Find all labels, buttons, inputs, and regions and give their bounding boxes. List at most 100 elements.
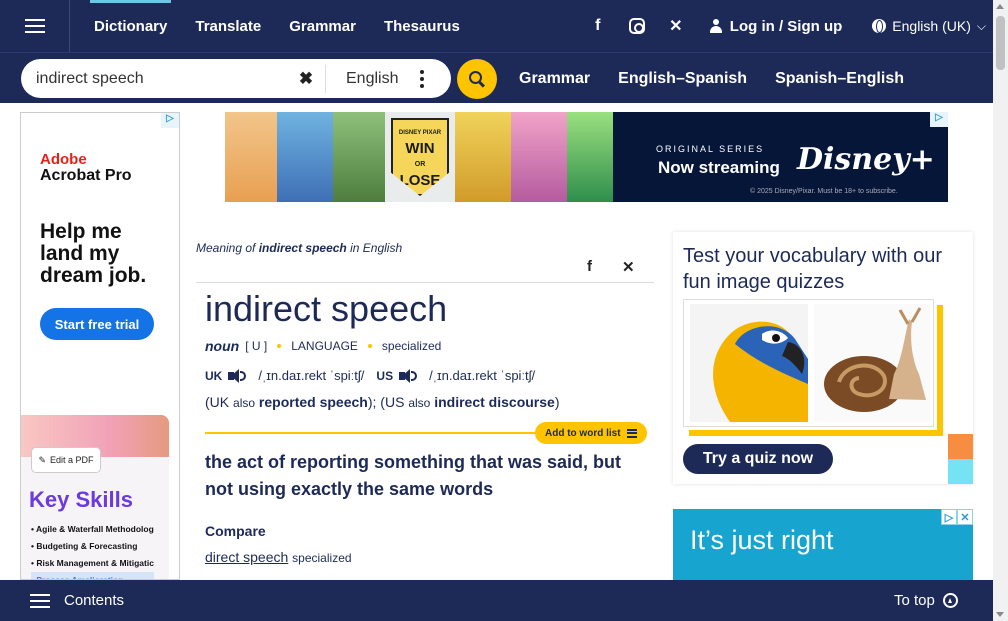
banner-ad[interactable]: DISNEY PIXAR WIN OR LOSE ORIGINAL SERIES… — [225, 112, 948, 202]
quiz-frame — [937, 305, 943, 433]
register-label: specialized — [381, 339, 442, 353]
part-of-speech: noun — [205, 338, 240, 354]
decor-square-orange — [948, 434, 973, 459]
hamburger-icon[interactable] — [30, 593, 50, 608]
scroll-thumb[interactable] — [996, 16, 1005, 70]
also-us-term: indirect discourse — [434, 394, 555, 410]
original-series-label: ORIGINAL SERIES — [656, 144, 765, 154]
link-grammar[interactable]: Grammar — [519, 70, 590, 88]
character-tile — [225, 112, 277, 202]
meaning-term: indirect speech — [258, 241, 347, 255]
chevron-down-icon: ⌵ — [976, 18, 986, 33]
skill-item: Agile & Waterfall Methodolog — [31, 521, 154, 538]
win-or-lose-logo: DISNEY PIXAR WIN OR LOSE — [385, 112, 455, 202]
decor-square-cyan — [948, 459, 973, 484]
more-options-icon[interactable] — [420, 69, 425, 88]
compare-label: Compare — [205, 523, 266, 539]
search-bar: ✖ English Grammar English–Spanish Spanis… — [0, 52, 993, 103]
character-tile — [455, 112, 511, 202]
skill-item: Risk Management & Mitigatic — [31, 555, 154, 572]
adchoices-icon[interactable]: ▷ — [941, 509, 957, 525]
edit-pdf-label: Edit a PDF — [50, 455, 94, 465]
pixar-label: DISNEY PIXAR — [398, 130, 442, 136]
quiz-title: Test your vocabulary with our fun image … — [683, 245, 943, 293]
us-ipa: /ˌɪn.daɪ.rekt ˈspiːtʃ/ — [429, 368, 536, 383]
left-ad[interactable]: ▷ Adobe Acrobat Pro Help me land my drea… — [20, 112, 180, 580]
uk-label: UK — [205, 368, 223, 383]
pronunciation-line: UK /ˌɪn.daɪ.rekt ˈspiːtʃ/ US /ˌɪn.daɪ.re… — [205, 368, 535, 383]
parrot-image — [690, 304, 808, 422]
key-skills-title: Key Skills — [29, 487, 133, 512]
grammar-code: [ U ] — [245, 339, 268, 353]
nav-dictionary[interactable]: Dictionary — [80, 0, 181, 52]
try-quiz-button[interactable]: Try a quiz now — [683, 444, 833, 474]
adchoices-icon[interactable]: ▷ — [930, 112, 948, 127]
nav-links: Dictionary Translate Grammar Thesaurus — [80, 0, 474, 52]
search-button[interactable] — [457, 59, 497, 99]
nav-translate[interactable]: Translate — [181, 0, 275, 52]
arrow-up-circle-icon — [942, 593, 958, 608]
pos-line: noun [ U ] LANGUAGE specialized — [205, 338, 441, 354]
footer-bar: Contents To top — [0, 580, 993, 621]
x-share-icon[interactable]: ✕ — [622, 258, 635, 276]
close-ad-icon[interactable]: ✕ — [957, 509, 973, 525]
ad-headline: Help me land my dream job. — [40, 220, 147, 287]
adchoices-icon[interactable]: ▷ — [161, 113, 179, 128]
meaning-suffix: in English — [350, 241, 403, 255]
dictionary-selector[interactable]: English — [346, 70, 398, 88]
search-input[interactable] — [36, 69, 291, 88]
nav-thesaurus[interactable]: Thesaurus — [370, 0, 474, 52]
bullet — [367, 344, 372, 348]
search-icon — [469, 71, 482, 84]
uk-ipa: /ˌɪn.daɪ.rekt ˈspiːtʃ/ — [258, 368, 365, 383]
start-trial-button[interactable]: Start free trial — [40, 308, 154, 340]
user-icon — [709, 19, 722, 33]
win-text: WIN — [405, 140, 435, 157]
login-link[interactable]: Log in / Sign up — [709, 18, 842, 35]
win-lose-shield: DISNEY PIXAR WIN OR LOSE — [391, 118, 449, 196]
character-tile — [511, 112, 567, 202]
link-spanish-english[interactable]: Spanish–English — [775, 70, 904, 88]
clear-icon[interactable]: ✖ — [291, 69, 321, 89]
divider — [196, 282, 654, 283]
right-ad[interactable]: It’s just right ▷ ✕ — [673, 509, 973, 580]
x-icon[interactable]: ✕ — [667, 16, 685, 36]
speaker-icon[interactable] — [228, 368, 247, 383]
adobe-logo: Adobe Acrobat Pro — [40, 152, 132, 184]
globe-icon — [872, 19, 887, 33]
instagram-icon[interactable] — [628, 18, 645, 34]
disney-plus-logo: Disney+ — [797, 142, 935, 177]
quiz-frame — [689, 430, 943, 436]
scrollbar[interactable] — [993, 0, 1008, 621]
acrobat-brand: Acrobat Pro — [40, 167, 132, 184]
meaning-prefix: Meaning of — [196, 241, 256, 255]
also-uk-label: UK — [209, 394, 230, 410]
also-word: also — [233, 396, 256, 410]
scroll-down-icon[interactable] — [996, 612, 1004, 617]
compare-link[interactable]: direct speech — [205, 549, 288, 565]
facebook-share-icon[interactable]: f — [587, 258, 592, 275]
to-top-button[interactable]: To top — [894, 580, 958, 621]
link-english-spanish[interactable]: English–Spanish — [618, 70, 747, 88]
also-word: also — [408, 396, 431, 410]
character-tile — [333, 112, 385, 202]
add-to-word-list-button[interactable]: Add to word list — [535, 422, 647, 444]
compare-line: direct speech specialized — [205, 549, 352, 565]
language-selector[interactable]: English (UK) ⌵ — [872, 18, 986, 34]
contents-button[interactable]: Contents — [64, 592, 124, 609]
speaker-icon[interactable] — [399, 368, 418, 383]
to-top-label: To top — [894, 592, 935, 609]
social-links: f ✕ — [589, 16, 685, 36]
character-tile — [567, 112, 613, 202]
also-line: (UK also reported speech); (US also indi… — [205, 394, 560, 410]
facebook-icon[interactable]: f — [589, 17, 607, 35]
quiz-image[interactable] — [683, 299, 934, 427]
scroll-up-icon[interactable] — [996, 4, 1004, 9]
lose-text: LOSE — [399, 172, 441, 189]
definition: the act of reporting something that was … — [205, 452, 622, 499]
search-box: ✖ English — [21, 59, 451, 98]
top-nav: Dictionary Translate Grammar Thesaurus f… — [0, 0, 993, 52]
search-sublinks: Grammar English–Spanish Spanish–English — [519, 53, 904, 104]
nav-grammar[interactable]: Grammar — [275, 0, 370, 52]
menu-button[interactable] — [0, 0, 70, 52]
